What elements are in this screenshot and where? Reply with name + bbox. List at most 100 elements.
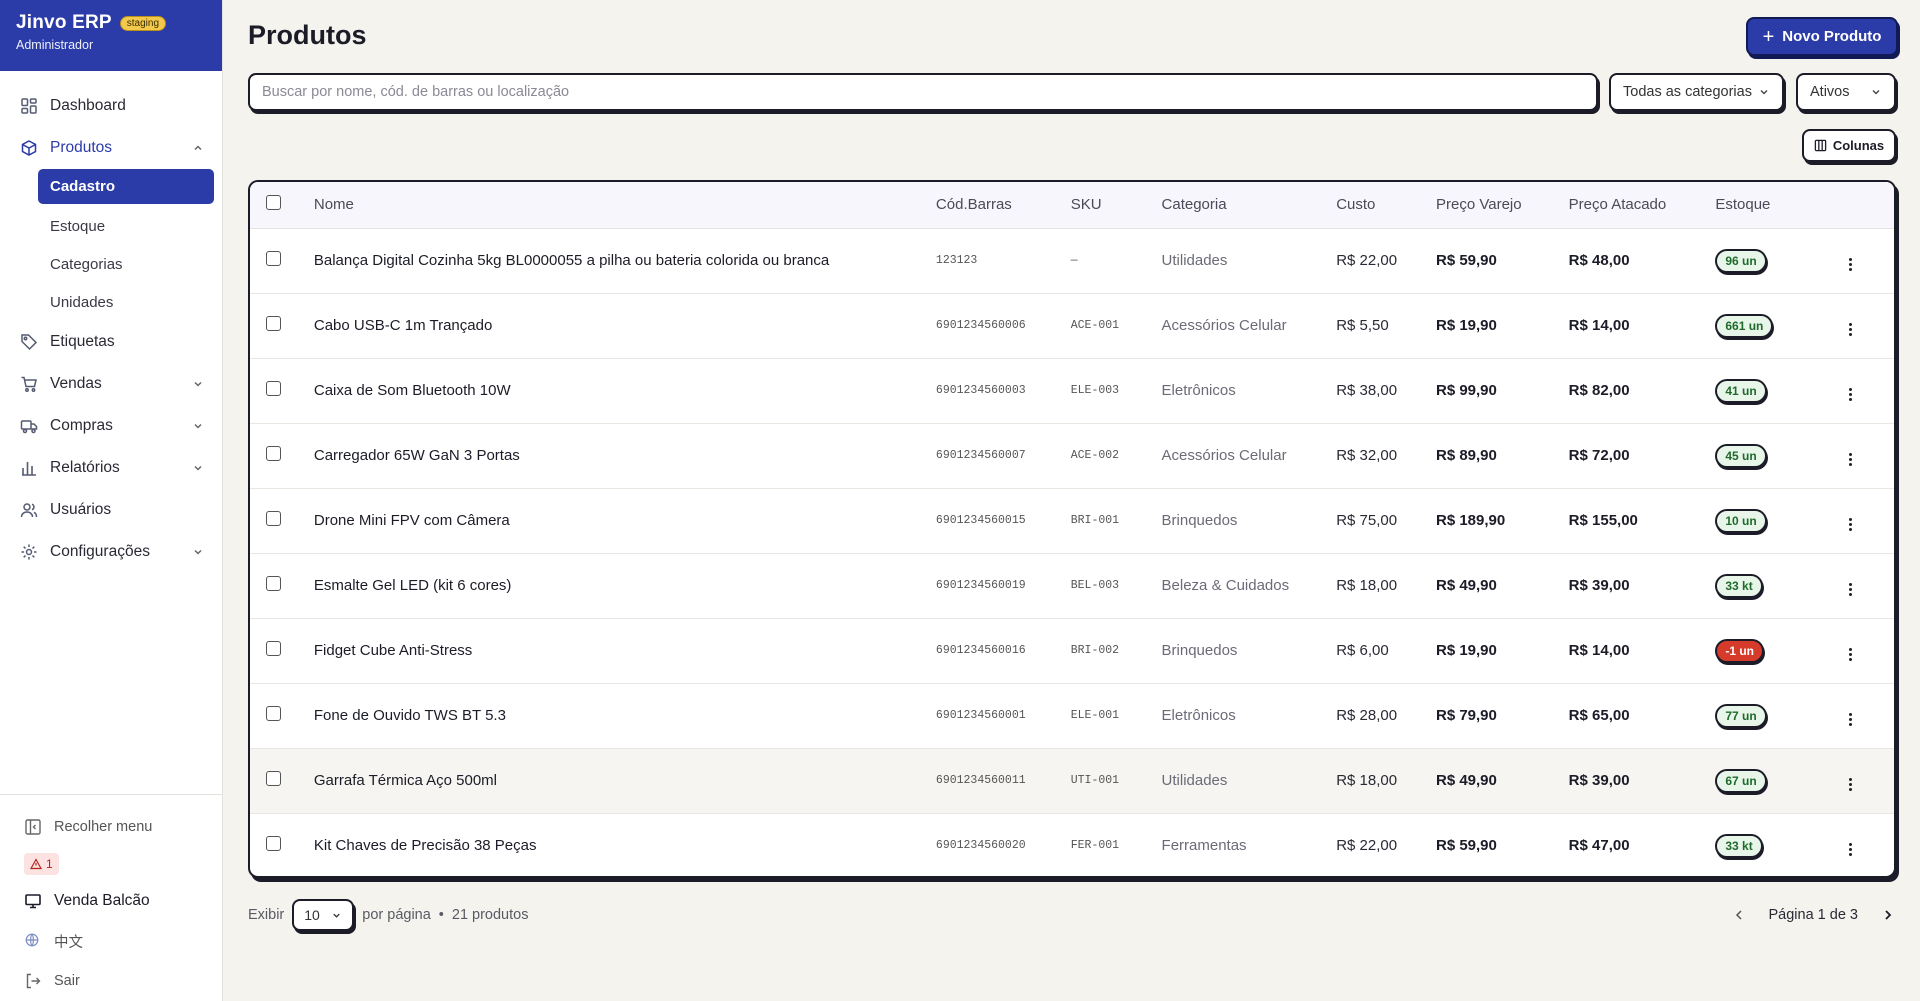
row-checkbox[interactable]: [266, 316, 281, 331]
products-table: Nome Cód.Barras SKU Categoria Custo Preç…: [248, 180, 1896, 878]
row-checkbox[interactable]: [266, 251, 281, 266]
product-wholesale-price: R$ 82,00: [1568, 382, 1630, 399]
logout-icon: [24, 972, 42, 990]
table-row[interactable]: Drone Mini FPV com Câmera 6901234560015 …: [250, 488, 1894, 553]
sidebar-footer: Recolher menu 1 Venda Balcão 中文 Sair: [0, 794, 222, 1001]
product-barcode: 6901234560015: [935, 514, 1026, 527]
sidebar: Jinvo ERP staging Administrador Dashboar…: [0, 0, 223, 1001]
table-row[interactable]: Cabo USB-C 1m Trançado 6901234560006 ACE…: [250, 293, 1894, 358]
nav-produtos[interactable]: Produtos: [0, 127, 222, 169]
status-select[interactable]: Ativos: [1796, 73, 1896, 111]
row-actions-menu-icon[interactable]: [1843, 256, 1858, 273]
page-info: Página 1 de 3: [1768, 907, 1859, 923]
chevron-down-icon: [1758, 86, 1770, 98]
product-wholesale-price: R$ 155,00: [1568, 512, 1638, 529]
nav-configuracoes-label: Configurações: [50, 543, 150, 560]
header-barcode[interactable]: Cód.Barras: [935, 182, 1071, 229]
sub-item-estoque[interactable]: Estoque: [38, 207, 214, 245]
table-row[interactable]: Balança Digital Cozinha 5kg BL0000055 a …: [250, 228, 1894, 293]
nav-vendas[interactable]: Vendas: [0, 363, 222, 405]
header-retail-price[interactable]: Preço Varejo: [1435, 182, 1569, 229]
collapse-menu-button[interactable]: Recolher menu: [0, 807, 222, 847]
table-row[interactable]: Garrafa Térmica Aço 500ml 6901234560011 …: [250, 748, 1894, 813]
row-checkbox[interactable]: [266, 641, 281, 656]
row-actions-menu-icon[interactable]: [1843, 386, 1858, 403]
row-actions-menu-icon[interactable]: [1843, 451, 1858, 468]
row-actions-menu-icon[interactable]: [1843, 321, 1858, 338]
chevron-down-icon: [192, 462, 204, 474]
per-page-select[interactable]: 10: [292, 899, 355, 931]
user-role: Administrador: [16, 38, 94, 52]
nav-usuarios[interactable]: Usuários: [0, 489, 222, 531]
row-checkbox[interactable]: [266, 706, 281, 721]
product-barcode: 6901234560006: [935, 319, 1026, 332]
product-retail-price: R$ 19,90: [1435, 317, 1497, 334]
row-checkbox[interactable]: [266, 771, 281, 786]
sub-item-unidades[interactable]: Unidades: [38, 283, 214, 321]
nav-relatorios[interactable]: Relatórios: [0, 447, 222, 489]
product-sku: FER-001: [1070, 839, 1120, 853]
table-row[interactable]: Carregador 65W GaN 3 Portas 690123456000…: [250, 423, 1894, 488]
prev-page-chevron-left-icon[interactable]: [1731, 907, 1747, 923]
dashboard-grid-icon: [20, 97, 38, 115]
product-wholesale-price: R$ 65,00: [1568, 707, 1630, 724]
nav-configuracoes[interactable]: Configurações: [0, 531, 222, 573]
table-row[interactable]: Esmalte Gel LED (kit 6 cores) 6901234560…: [250, 553, 1894, 618]
product-category: Utilidades: [1161, 252, 1228, 269]
table-row[interactable]: Fone de Ouvido TWS BT 5.3 6901234560001 …: [250, 683, 1894, 748]
nav-dashboard[interactable]: Dashboard: [0, 85, 222, 127]
product-wholesale-price: R$ 39,00: [1568, 577, 1630, 594]
row-checkbox[interactable]: [266, 576, 281, 591]
alerts-badge[interactable]: 1: [24, 853, 59, 875]
stock-badge: 67 un: [1715, 768, 1767, 793]
header-sku[interactable]: SKU: [1070, 182, 1162, 229]
row-actions-menu-icon[interactable]: [1843, 711, 1858, 728]
environment-badge: staging: [119, 15, 167, 31]
header-stock[interactable]: Estoque: [1715, 182, 1844, 229]
table-row[interactable]: Kit Chaves de Precisão 38 Peças 69012345…: [250, 813, 1894, 876]
row-actions-menu-icon[interactable]: [1843, 581, 1858, 598]
category-select[interactable]: Todas as categorias: [1609, 73, 1784, 111]
logout-button[interactable]: Sair: [0, 961, 222, 1001]
new-product-label: Novo Produto: [1782, 28, 1882, 45]
select-all-checkbox[interactable]: [266, 195, 281, 211]
nav-compras[interactable]: Compras: [0, 405, 222, 447]
row-actions-menu-icon[interactable]: [1843, 841, 1858, 858]
stock-badge: 96 un: [1715, 248, 1767, 273]
header-wholesale-price[interactable]: Preço Atacado: [1568, 182, 1716, 229]
row-actions-menu-icon[interactable]: [1843, 776, 1858, 793]
new-product-button[interactable]: + Novo Produto: [1746, 17, 1898, 56]
product-cost: R$ 22,00: [1336, 252, 1398, 269]
columns-button[interactable]: Colunas: [1802, 129, 1896, 162]
product-cost: R$ 22,00: [1336, 837, 1398, 855]
table-row[interactable]: Fidget Cube Anti-Stress 6901234560016 BR…: [250, 618, 1894, 683]
product-category: Brinquedos: [1161, 642, 1238, 659]
nav-usuarios-label: Usuários: [50, 501, 112, 518]
sub-item-categorias[interactable]: Categorias: [38, 245, 214, 283]
language-label: 中文: [54, 934, 83, 951]
table-row[interactable]: Caixa de Som Bluetooth 10W 6901234560003…: [250, 358, 1894, 423]
product-category: Eletrônicos: [1161, 707, 1236, 724]
row-actions-menu-icon[interactable]: [1843, 516, 1858, 533]
row-checkbox[interactable]: [266, 381, 281, 396]
language-switch[interactable]: 中文: [0, 921, 222, 961]
row-checkbox[interactable]: [266, 446, 281, 461]
product-name: Cabo USB-C 1m Trançado: [313, 317, 493, 334]
nav-etiquetas-label: Etiquetas: [50, 333, 115, 350]
nav-etiquetas[interactable]: Etiquetas: [0, 321, 222, 363]
product-sku: BRI-002: [1070, 644, 1120, 657]
stock-badge: 33 kt: [1715, 833, 1763, 858]
sub-item-cadastro[interactable]: Cadastro: [38, 169, 214, 204]
header-category[interactable]: Categoria: [1161, 182, 1337, 229]
chevron-down-icon: [1870, 86, 1882, 98]
row-checkbox[interactable]: [266, 836, 281, 852]
row-actions-menu-icon[interactable]: [1843, 646, 1858, 663]
header-cost[interactable]: Custo: [1336, 182, 1436, 229]
row-checkbox[interactable]: [266, 511, 281, 526]
pos-button[interactable]: Venda Balcão: [0, 881, 222, 921]
product-name: Esmalte Gel LED (kit 6 cores): [313, 577, 512, 594]
header-name[interactable]: Nome: [313, 182, 936, 229]
next-page-chevron-right-icon[interactable]: [1880, 907, 1896, 923]
product-category: Eletrônicos: [1161, 382, 1236, 399]
search-input[interactable]: [248, 73, 1598, 111]
